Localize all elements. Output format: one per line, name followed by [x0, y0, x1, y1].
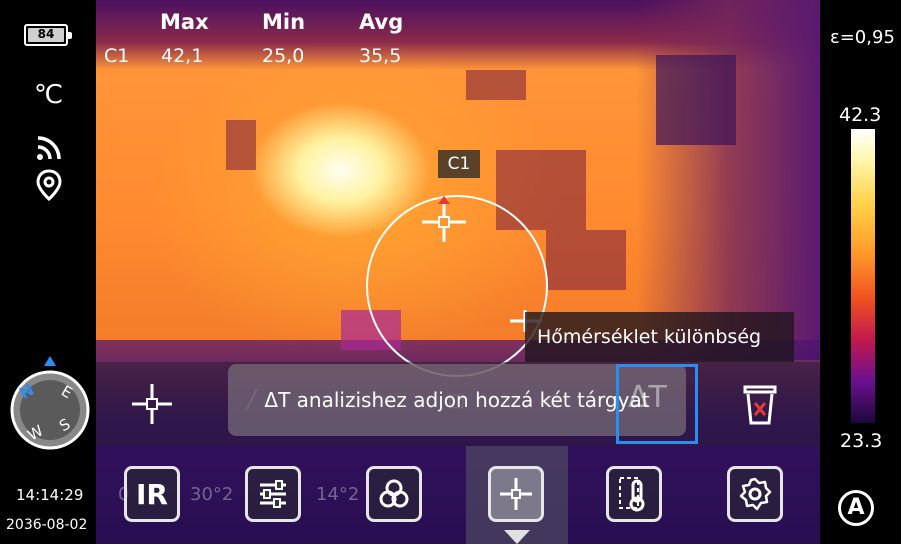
- auto-range-button[interactable]: A: [838, 490, 874, 526]
- temperature-unit[interactable]: ℃: [34, 80, 63, 110]
- delta-t-tooltip: Hőmérséklet különbség: [525, 312, 794, 362]
- settings-gear-icon: [739, 477, 772, 511]
- scale-min: 23.3: [840, 430, 883, 452]
- compass-icon: [10, 356, 90, 450]
- scene-shade-right: [636, 0, 820, 360]
- board-chip: [466, 70, 526, 100]
- ir-mode-icon: IR: [136, 477, 168, 511]
- palette-button[interactable]: [366, 466, 422, 522]
- color-scale-bar: [851, 129, 875, 423]
- sliders-icon: [260, 480, 286, 508]
- battery-percent: 84: [37, 27, 55, 41]
- ir-mode-button[interactable]: IR: [124, 466, 180, 522]
- status-column: 84 ℃ N E W S 14:14:29 2036-08-02: [0, 0, 96, 544]
- avg-header: Avg: [359, 10, 404, 34]
- chevron-down-icon: [504, 530, 530, 544]
- board-chip: [226, 120, 256, 170]
- crosshair-icon: [500, 478, 532, 510]
- adjust-button[interactable]: [245, 466, 301, 522]
- spot-tool-icon[interactable]: [128, 380, 176, 428]
- min-value: 25,0: [262, 45, 305, 67]
- measure-label: C1: [104, 45, 130, 67]
- emissivity[interactable]: ε=0,95: [830, 27, 895, 48]
- settings-button[interactable]: [727, 466, 783, 522]
- scale-max: 42.3: [839, 104, 882, 126]
- board-chip: [546, 230, 626, 290]
- background-readout: 30°2: [190, 484, 234, 505]
- thermometer-icon: [619, 477, 645, 512]
- palette-icon: [379, 479, 409, 508]
- temperature-button[interactable]: [606, 466, 662, 522]
- c1-marker-label: C1: [438, 150, 480, 178]
- max-header: Max: [160, 10, 209, 34]
- delta-t-tool-icon[interactable]: ΔT: [628, 380, 667, 415]
- center-crosshair-icon[interactable]: [420, 196, 468, 244]
- measurement-button[interactable]: [488, 466, 544, 522]
- wifi-icon: [37, 136, 61, 160]
- max-value: 42,1: [161, 45, 204, 67]
- clock-date: 2036-08-02: [6, 517, 88, 533]
- board-chip: [656, 55, 736, 145]
- location-pin-icon: [36, 169, 62, 201]
- avg-value: 35,5: [359, 45, 402, 67]
- min-header: Min: [262, 10, 306, 34]
- background-readout: 14°2: [316, 484, 360, 505]
- clock-time: 14:14:29: [16, 486, 84, 504]
- battery-icon: 84: [24, 24, 72, 46]
- delete-tool-icon[interactable]: [741, 383, 779, 427]
- scale-column: ε=0,95 42.3 23.3: [820, 0, 901, 544]
